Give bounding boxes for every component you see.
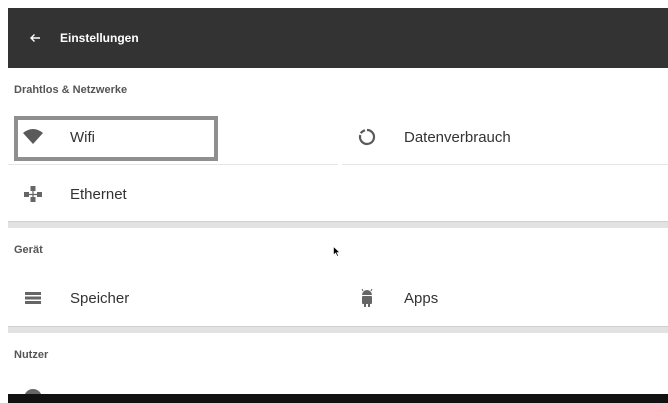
section-header-user: Nutzer [14,349,49,361]
mouse-cursor-icon [333,244,341,262]
divider [8,164,338,165]
divider [342,164,668,165]
data-usage-icon [356,126,378,148]
app-bar-title: Einstellungen [60,31,139,45]
status-strip [0,0,668,8]
bottom-bar [8,394,668,403]
settings-item-data-usage[interactable]: Datenverbrauch [342,114,668,160]
section-separator [8,221,668,228]
focus-highlight [14,116,218,161]
android-icon [356,287,378,309]
window-edge [0,0,8,403]
ethernet-icon [22,183,44,205]
storage-icon [22,287,44,309]
settings-item-label: Datenverbrauch [404,128,511,146]
section-separator [8,326,668,333]
section-header-device: Gerät [14,244,43,256]
settings-item-label: Speicher [70,289,130,307]
app-bar: Einstellungen [8,8,668,68]
arrow-back-icon[interactable] [28,31,42,45]
settings-item-label: Ethernet [70,185,127,203]
settings-item-ethernet[interactable]: Ethernet [8,171,338,217]
settings-item-storage[interactable]: Speicher [8,275,338,321]
settings-item-apps[interactable]: Apps [342,275,668,321]
settings-item-label: Apps [404,289,439,307]
section-header-wireless: Drahtlos & Netzwerke [14,84,128,96]
